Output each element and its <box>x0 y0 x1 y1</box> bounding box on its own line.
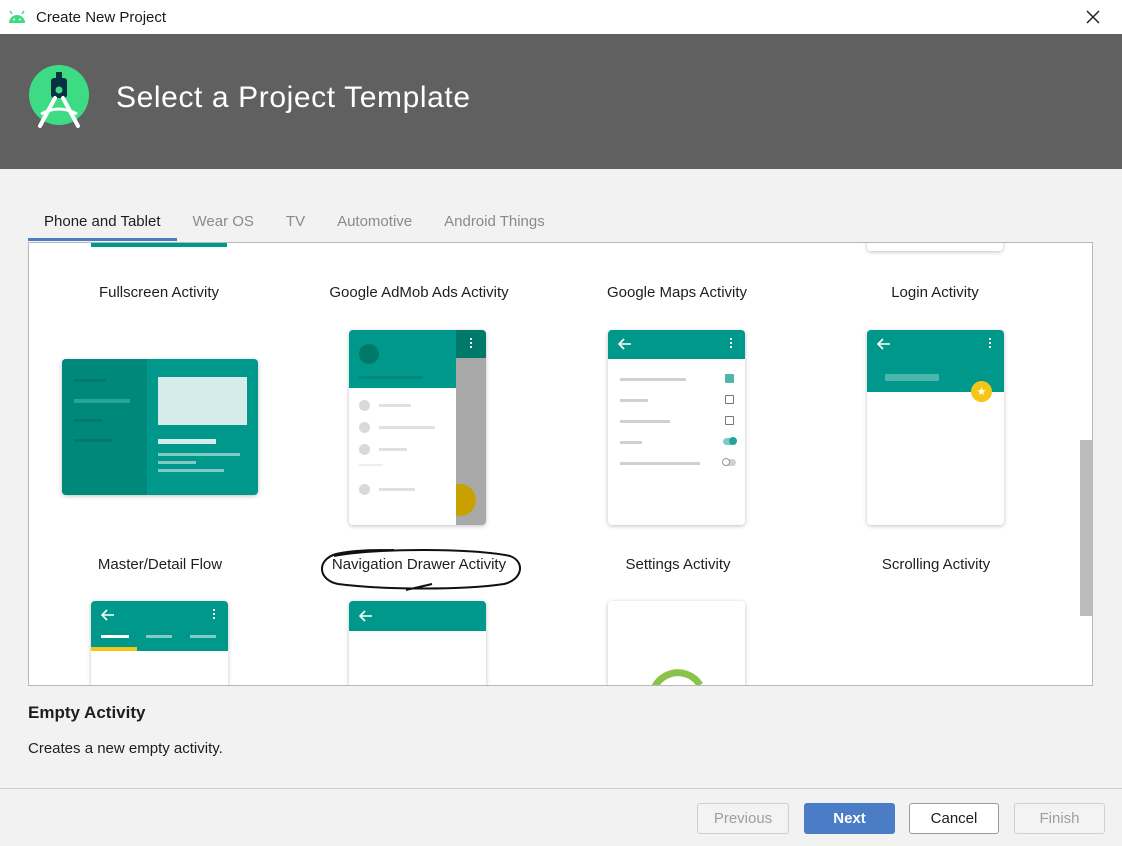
maps-thumbnail[interactable] <box>608 243 744 251</box>
previous-button[interactable]: Previous <box>697 803 789 834</box>
close-button[interactable] <box>1080 4 1106 30</box>
admob-thumbnail[interactable] <box>349 243 485 251</box>
title-bar: Create New Project <box>0 0 1122 34</box>
login-thumbnail[interactable] <box>867 243 1003 251</box>
footer-divider <box>0 788 1122 789</box>
next-button[interactable]: Next <box>804 803 895 834</box>
finish-button[interactable]: Finish <box>1014 803 1105 834</box>
navigation-drawer-thumbnail[interactable] <box>349 330 486 525</box>
template-label-maps[interactable]: Google Maps Activity <box>567 284 787 301</box>
arrow-back-icon <box>877 338 890 350</box>
template-label-scrolling[interactable]: Scrolling Activity <box>826 556 1046 573</box>
selected-template-title: Empty Activity <box>28 703 146 722</box>
template-label-fullscreen[interactable]: Fullscreen Activity <box>49 284 269 301</box>
arrow-back-icon <box>618 338 631 350</box>
arrow-back-icon <box>359 610 372 622</box>
scrolling-thumbnail[interactable]: ★ <box>867 330 1004 525</box>
tab-android-things[interactable]: Android Things <box>428 208 561 241</box>
page-title: Select a Project Template <box>116 81 471 114</box>
tabbed-thumbnail[interactable] <box>91 601 228 685</box>
star-icon: ★ <box>971 381 992 402</box>
template-label-login[interactable]: Login Activity <box>825 284 1045 301</box>
basic-thumbnail[interactable] <box>349 601 486 685</box>
close-icon <box>1086 10 1100 24</box>
create-project-dialog: Create New Project Select a Project Temp… <box>0 0 1122 846</box>
template-gallery: Fullscreen Activity Google AdMob Ads Act… <box>28 242 1093 686</box>
master-detail-thumbnail[interactable] <box>62 359 258 495</box>
progress-arc-icon <box>651 669 703 685</box>
tab-tv[interactable]: TV <box>270 208 321 241</box>
gallery-scrollbar[interactable] <box>1079 243 1092 685</box>
window-title: Create New Project <box>36 9 167 26</box>
template-label-admob[interactable]: Google AdMob Ads Activity <box>309 284 529 301</box>
android-studio-logo <box>29 65 89 128</box>
template-label-settings[interactable]: Settings Activity <box>568 556 788 573</box>
header-banner: Select a Project Template <box>0 34 1122 169</box>
selected-template-description: Creates a new empty activity. <box>28 740 223 757</box>
fragment-thumbnail[interactable] <box>608 601 745 685</box>
tab-phone-and-tablet[interactable]: Phone and Tablet <box>28 208 177 241</box>
cancel-button[interactable]: Cancel <box>909 803 999 834</box>
template-label-master-detail[interactable]: Master/Detail Flow <box>50 556 270 573</box>
arrow-back-icon <box>101 609 114 621</box>
device-tabs: Phone and Tablet Wear OS TV Automotive A… <box>28 208 561 242</box>
scrollbar-thumb[interactable] <box>1080 440 1092 616</box>
hand-drawn-circle-annotation <box>321 549 521 591</box>
settings-thumbnail[interactable] <box>608 330 745 525</box>
android-icon <box>9 10 25 23</box>
tab-wear-os[interactable]: Wear OS <box>177 208 270 241</box>
tab-automotive[interactable]: Automotive <box>321 208 428 241</box>
fullscreen-thumbnail[interactable] <box>91 243 227 251</box>
